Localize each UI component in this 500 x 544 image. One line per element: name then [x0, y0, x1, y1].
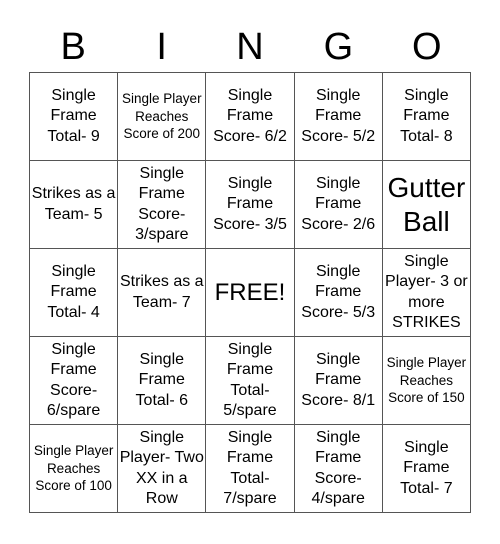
bingo-cell[interactable]: Single Frame Score- 5/3	[294, 249, 383, 337]
bingo-grid: Single Frame Total- 9 Single Player Reac…	[29, 72, 471, 513]
bingo-cell[interactable]: Single Frame Score- 6/2	[206, 73, 295, 161]
header-letter-o: O	[412, 26, 442, 68]
bingo-cell[interactable]: Single Frame Total- 8	[382, 73, 471, 161]
bingo-cell[interactable]: Single Player Reaches Score of 150	[382, 337, 471, 425]
bingo-header: B I N G O	[29, 22, 471, 72]
bingo-cell[interactable]: Single Frame Total- 7	[382, 425, 471, 513]
bingo-cell[interactable]: Single Frame Score- 2/6	[294, 161, 383, 249]
bingo-cell[interactable]: Strikes as a Team- 5	[30, 161, 119, 249]
bingo-cell[interactable]: Single Frame Score- 8/1	[294, 337, 383, 425]
bingo-cell[interactable]: Single Player- Two XX in a Row	[118, 425, 207, 513]
bingo-cell[interactable]: Single Player- 3 or more STRIKES	[382, 249, 471, 337]
bingo-cell[interactable]: Single Player Reaches Score of 100	[30, 425, 119, 513]
bingo-cell[interactable]: Gutter Ball	[382, 161, 471, 249]
bingo-cell[interactable]: Single Frame Total- 7/spare	[206, 425, 295, 513]
bingo-cell[interactable]: Single Frame Score- 3/5	[206, 161, 295, 249]
header-letter-n: N	[236, 26, 264, 68]
bingo-cell[interactable]: Single Frame Score- 4/spare	[294, 425, 383, 513]
bingo-cell[interactable]: Strikes as a Team- 7	[118, 249, 207, 337]
bingo-cell[interactable]: Single Frame Total- 6	[118, 337, 207, 425]
header-letter-b: B	[60, 26, 86, 68]
header-letter-g: G	[323, 26, 354, 68]
bingo-cell[interactable]: Single Frame Total- 4	[30, 249, 119, 337]
bingo-cell[interactable]: Single Frame Score- 6/spare	[30, 337, 119, 425]
bingo-cell[interactable]: Single Frame Score- 3/spare	[118, 161, 207, 249]
bingo-cell[interactable]: Single Frame Score- 5/2	[294, 73, 383, 161]
bingo-cell[interactable]: Single Frame Total- 5/spare	[206, 337, 295, 425]
bingo-cell[interactable]: Single Player Reaches Score of 200	[118, 73, 207, 161]
header-letter-i: I	[156, 26, 167, 68]
free-space-cell[interactable]: FREE!	[206, 249, 295, 337]
bingo-cell[interactable]: Single Frame Total- 9	[30, 73, 119, 161]
